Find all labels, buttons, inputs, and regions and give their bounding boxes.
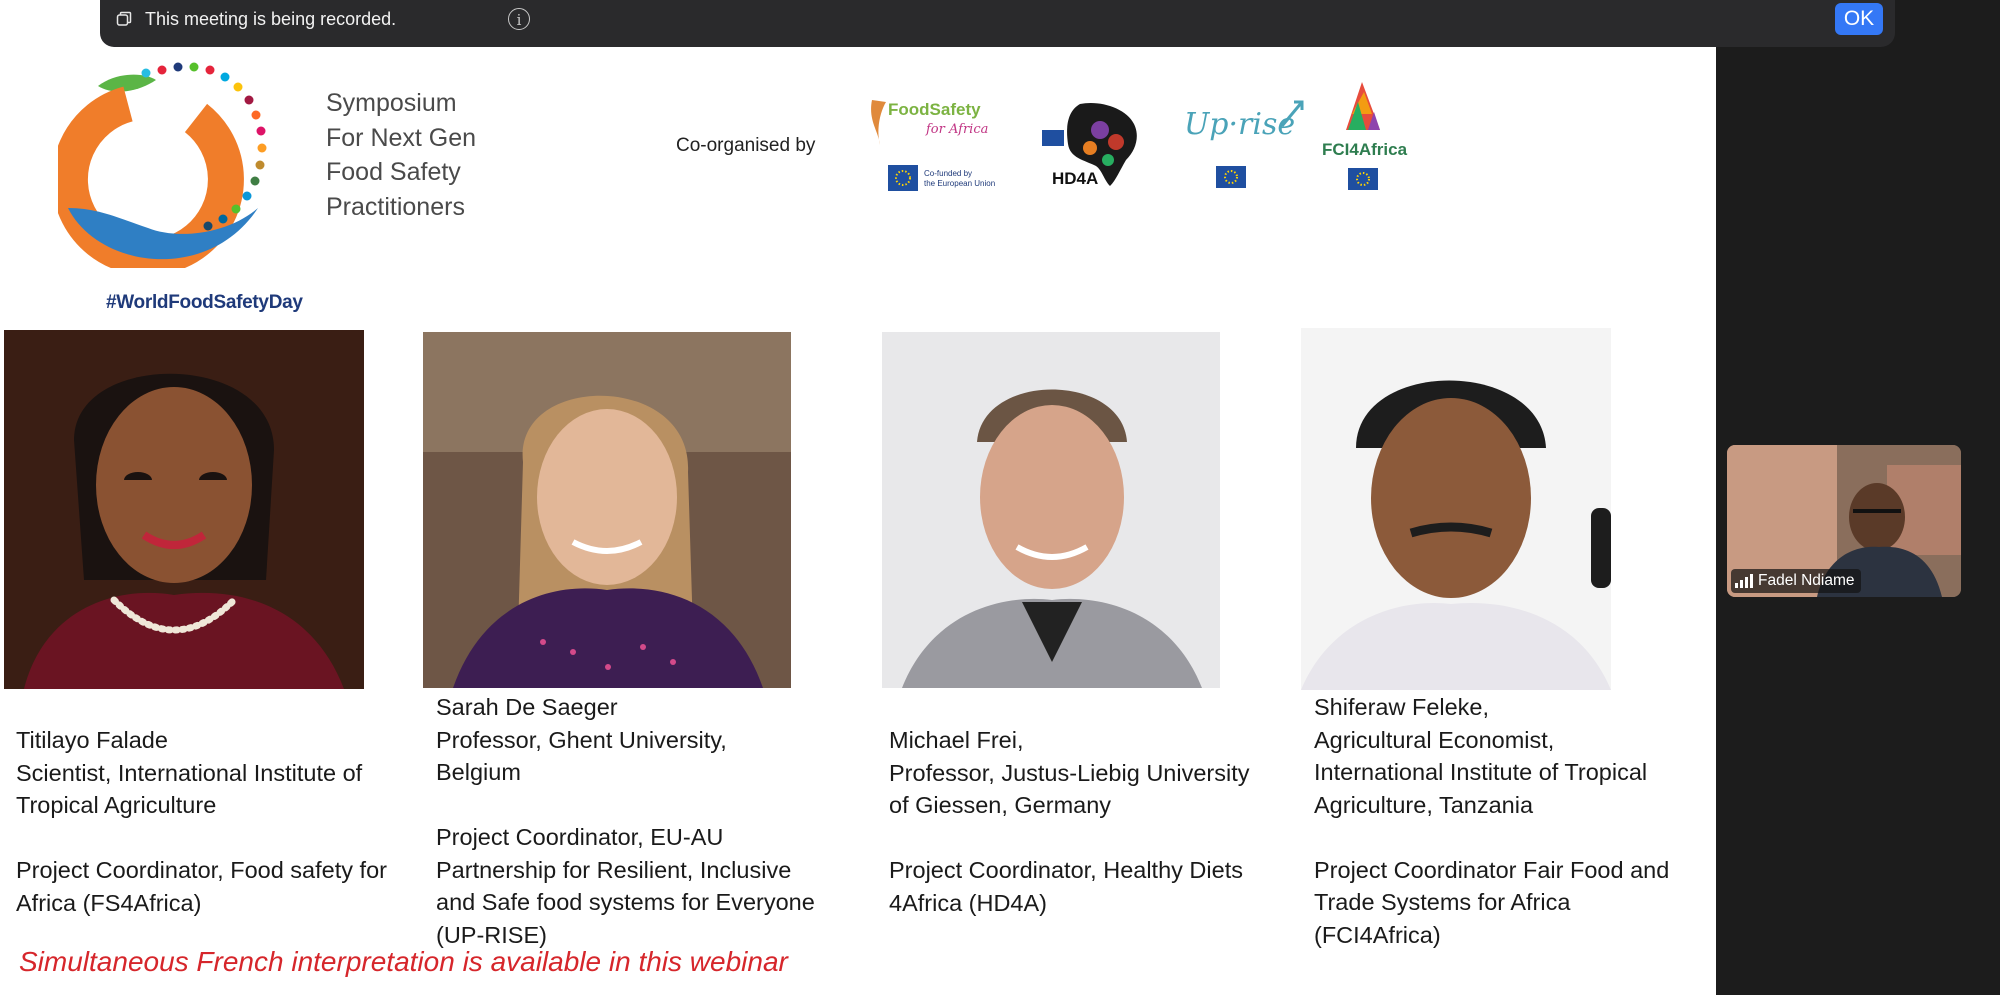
svg-text:Up·rise: Up·rise — [1184, 107, 1295, 142]
svg-text:for Africa: for Africa — [925, 122, 988, 137]
shared-slide: Symposium For Next Gen Food Safety Pract… — [0, 0, 1716, 995]
svg-text:FCI4Africa: FCI4Africa — [1322, 140, 1408, 159]
hd4a-logo: HD4A — [1040, 100, 1152, 190]
speaker-info-titilayo: Titilayo Falade Scientist, International… — [16, 724, 387, 919]
participant-name-tag: Fadel Ndiame — [1731, 569, 1861, 593]
ok-button[interactable]: OK — [1835, 3, 1883, 35]
speaker-photo-sarah — [423, 332, 791, 688]
speaker-info-shiferaw: Shiferaw Feleke, Agricultural Economist,… — [1314, 691, 1669, 951]
speaker-name: Sarah De Saeger — [436, 694, 618, 720]
participant-video-tile[interactable]: Fadel Ndiame — [1727, 445, 1961, 597]
participant-name: Fadel Ndiame — [1758, 572, 1855, 589]
uprise-logo: Up·rise — [1182, 96, 1308, 204]
speaker-name: Titilayo Falade — [16, 727, 168, 753]
fci4africa-logo: FCI4Africa — [1318, 78, 1428, 204]
info-icon[interactable]: i — [508, 8, 530, 30]
recording-banner: This meeting is being recorded. i OK — [100, 0, 1895, 47]
recording-icon — [116, 11, 132, 26]
speaker-name: Shiferaw Feleke, — [1314, 694, 1490, 720]
symposium-logo — [58, 62, 267, 268]
speaker-name: Michael Frei, — [889, 727, 1024, 753]
svg-text:the European Union: the European Union — [924, 179, 995, 188]
speaker-info-sarah: Sarah De Saeger Professor, Ghent Univers… — [436, 691, 815, 951]
fs4africa-logo: FoodSafety for Africa Co-funded by the E… — [868, 90, 1008, 200]
interpretation-note: Simultaneous French interpretation is av… — [19, 946, 788, 977]
svg-text:HD4A: HD4A — [1052, 169, 1098, 188]
hashtag: #WorldFoodSafetyDay — [106, 292, 303, 313]
signal-icon — [1735, 574, 1753, 588]
speaker-photo-michael — [882, 332, 1220, 688]
svg-text:Co-funded by: Co-funded by — [924, 169, 972, 178]
speaker-photo-titilayo — [4, 330, 364, 689]
coorganised-label: Co-organised by — [676, 135, 816, 156]
speaker-photo-shiferaw — [1301, 328, 1611, 690]
speaker-info-michael: Michael Frei, Professor, Justus-Liebig U… — [889, 724, 1249, 919]
symposium-title: Symposium For Next Gen Food Safety Pract… — [326, 89, 477, 221]
svg-text:FoodSafety: FoodSafety — [888, 100, 981, 119]
recording-message: This meeting is being recorded. — [145, 9, 397, 29]
